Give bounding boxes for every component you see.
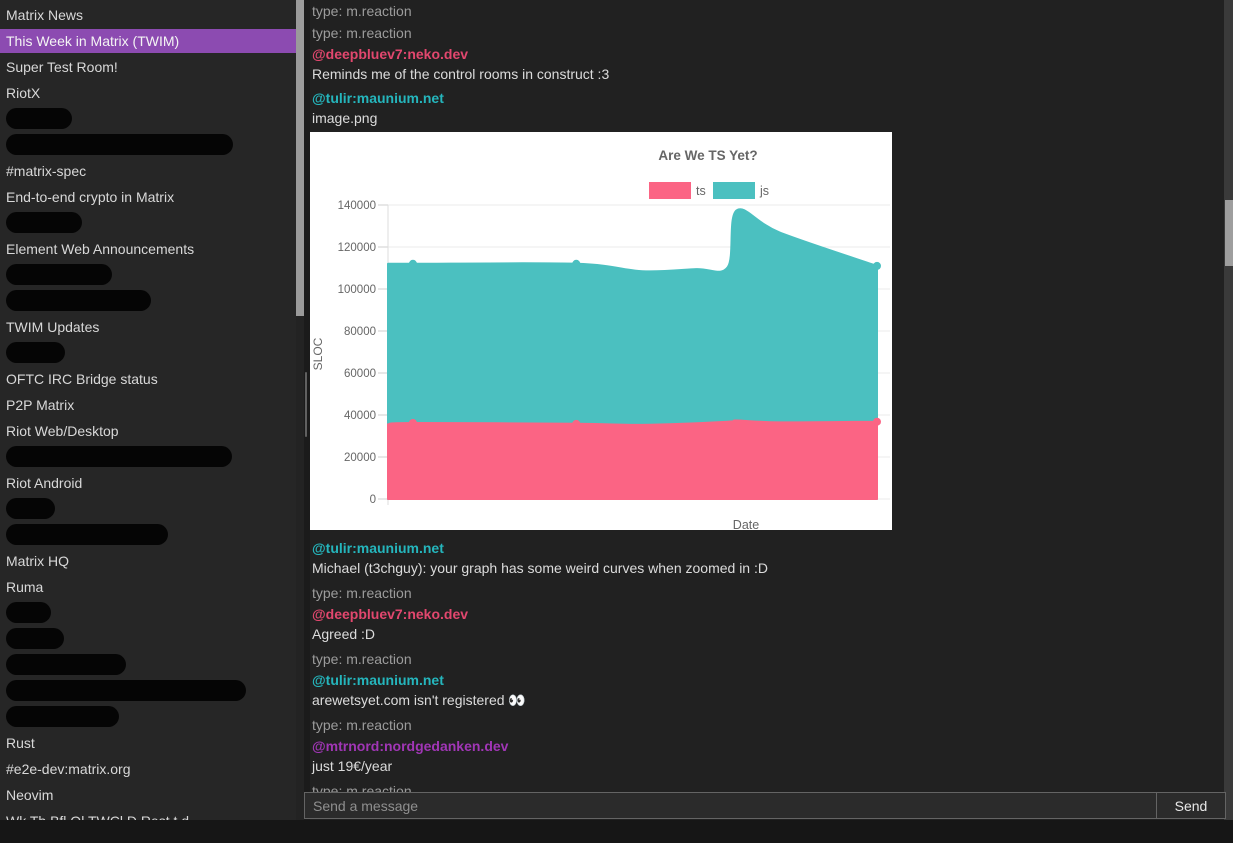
sidebar-item-redacted[interactable] [0,522,296,548]
redacted-room-name [6,654,126,675]
redacted-room-name [6,290,151,311]
sidebar-item[interactable]: Rust [0,730,296,756]
chart-image[interactable]: 0 20000 40000 60000 80000 100000 120000 140000 A… [310,132,892,530]
redacted-room-name [6,264,112,285]
message-sender: @deepbluev7:neko.dev [310,44,1224,64]
svg-text:20000: 20000 [344,452,376,464]
svg-text:120000: 120000 [338,242,376,254]
matrix-client-window: Matrix NewsThis Week in Matrix (TWIM)Sup… [0,0,1233,843]
sidebar-item-redacted[interactable] [0,652,296,678]
sidebar-item-redacted[interactable] [0,340,296,366]
message: @mtrnord:nordgedanken.devjust 19€/year [310,736,1224,776]
message-list: type: m.reactiontype: m.reaction@deepblu… [310,0,1224,820]
send-button[interactable]: Send [1156,793,1225,818]
event-meta: type: m.reaction [310,714,1224,736]
redacted-room-name [6,342,65,363]
sidebar-item[interactable]: RiotX [0,80,296,106]
svg-text:js: js [759,184,769,198]
message-body: just 19€/year [310,756,1224,776]
sidebar-item-clipped[interactable]: Wk Tb Bfl Ol TWCl D Rest t d [0,808,296,820]
svg-text:0: 0 [370,494,376,506]
sidebar-item-redacted[interactable] [0,704,296,730]
redacted-room-name [6,628,64,649]
sidebar-item[interactable]: P2P Matrix [0,392,296,418]
sidebar-item[interactable]: #e2e-dev:matrix.org [0,756,296,782]
composer: Send [304,792,1226,819]
sidebar-item[interactable]: Riot Android [0,470,296,496]
sidebar-item[interactable]: Element Web Announcements [0,236,296,262]
redacted-room-name [6,706,119,727]
sidebar-item[interactable]: Super Test Room! [0,54,296,80]
sidebar-item-redacted[interactable] [0,262,296,288]
message-body: arewetsyet.com isn't registered 👀 [310,690,1224,710]
message: @deepbluev7:neko.devAgreed :D [310,604,1224,644]
sidebar-item[interactable]: Riot Web/Desktop [0,418,296,444]
sidebar-item[interactable]: This Week in Matrix (TWIM) [0,29,296,53]
message-sender: @tulir:maunium.net [310,88,1224,108]
redacted-room-name [6,134,233,155]
message-input[interactable] [305,793,1156,818]
message: @tulir:maunium.netMichael (t3chguy): you… [310,538,1224,578]
message-sender: @mtrnord:nordgedanken.dev [310,736,1224,756]
sidebar-item[interactable]: #matrix-spec [0,158,296,184]
sidebar-item[interactable]: Ruma [0,574,296,600]
message-body: image.png [310,108,1224,128]
message-body: Reminds me of the control rooms in const… [310,64,1224,84]
sidebar-item-redacted[interactable] [0,496,296,522]
sidebar-item[interactable]: TWIM Updates [0,314,296,340]
message-body: Agreed :D [310,624,1224,644]
sidebar-item-redacted[interactable] [0,210,296,236]
sidebar-item-redacted[interactable] [0,288,296,314]
event-meta: type: m.reaction [310,648,1224,670]
svg-text:SLOC: SLOC [311,337,325,370]
message: @tulir:maunium.netarewetsyet.com isn't r… [310,670,1224,710]
sidebar-item[interactable]: Matrix News [0,2,296,28]
event-meta: type: m.reaction [310,582,1224,604]
sidebar-item-redacted[interactable] [0,678,296,704]
message-body: Michael (t3chguy): your graph has some w… [310,558,1224,578]
timeline-scrollbar-track[interactable] [1224,0,1233,843]
sidebar-item-redacted[interactable] [0,132,296,158]
sidebar-item-redacted[interactable] [0,444,296,470]
redacted-room-name [6,602,51,623]
message-sender: @tulir:maunium.net [310,538,1224,558]
svg-text:ts: ts [696,184,706,198]
window-bottom-edge [0,820,1233,843]
sidebar-item[interactable]: Neovim [0,782,296,808]
sidebar-item-redacted[interactable] [0,106,296,132]
redacted-room-name [6,680,246,701]
svg-text:80000: 80000 [344,326,376,338]
panel-resize-handle[interactable] [305,372,307,437]
svg-text:140000: 140000 [338,200,376,212]
redacted-room-name [6,524,168,545]
event-meta: type: m.reaction [310,0,1224,22]
sidebar-item-redacted[interactable] [0,626,296,652]
svg-text:100000: 100000 [338,284,376,296]
svg-text:Are We TS Yet?: Are We TS Yet? [658,148,757,163]
timeline-scrollbar-thumb[interactable] [1225,200,1233,266]
redacted-room-name [6,108,72,129]
sidebar-item-redacted[interactable] [0,600,296,626]
room-list: Matrix NewsThis Week in Matrix (TWIM)Sup… [0,0,296,820]
svg-text:Date: Date [733,518,759,530]
svg-text:60000: 60000 [344,368,376,380]
redacted-room-name [6,212,82,233]
sidebar-scrollbar-thumb[interactable] [296,0,304,316]
event-meta: type: m.reaction [310,22,1224,44]
message: @tulir:maunium.netimage.png 0 20000 40000 6… [310,88,1224,530]
message-sender: @deepbluev7:neko.dev [310,604,1224,624]
sidebar-item[interactable]: OFTC IRC Bridge status [0,366,296,392]
message: @deepbluev7:neko.devReminds me of the co… [310,44,1224,84]
sidebar-scrollbar-track[interactable] [296,0,304,820]
svg-text:40000: 40000 [344,410,376,422]
sidebar-item[interactable]: Matrix HQ [0,548,296,574]
redacted-room-name [6,446,232,467]
redacted-room-name [6,498,55,519]
sidebar-item[interactable]: End-to-end crypto in Matrix [0,184,296,210]
message-sender: @tulir:maunium.net [310,670,1224,690]
